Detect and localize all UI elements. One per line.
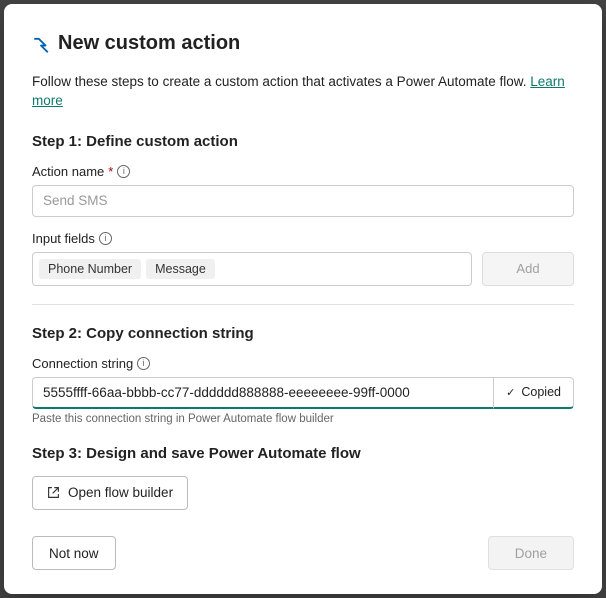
info-icon[interactable]: i (117, 165, 130, 178)
connection-string-input[interactable] (32, 377, 493, 409)
open-flow-builder-label: Open flow builder (68, 485, 173, 500)
divider (32, 304, 574, 305)
info-icon[interactable]: i (137, 357, 150, 370)
connection-string-row: ✓ Copied (32, 377, 574, 409)
info-icon[interactable]: i (99, 232, 112, 245)
action-name-label-text: Action name (32, 164, 104, 179)
dialog-header: New custom action (32, 32, 574, 55)
input-fields-row: Phone Number Message Add (32, 252, 574, 286)
open-flow-builder-button[interactable]: Open flow builder (32, 476, 188, 510)
dialog-title: New custom action (58, 32, 240, 55)
step3-heading: Step 3: Design and save Power Automate f… (32, 445, 574, 462)
connection-helper-text: Paste this connection string in Power Au… (32, 413, 574, 425)
done-button: Done (488, 536, 574, 570)
connection-string-label: Connection string i (32, 356, 574, 371)
intro-body: Follow these steps to create a custom ac… (32, 74, 530, 89)
input-fields-label: Input fields i (32, 231, 574, 246)
action-name-label: Action name * i (32, 164, 574, 179)
new-custom-action-dialog: New custom action Follow these steps to … (4, 4, 602, 594)
not-now-button[interactable]: Not now (32, 536, 116, 570)
connection-string-label-text: Connection string (32, 356, 133, 371)
step2-heading: Step 2: Copy connection string (32, 325, 574, 342)
tag-phone-number[interactable]: Phone Number (39, 259, 141, 279)
input-fields-label-text: Input fields (32, 231, 95, 246)
input-fields-tags[interactable]: Phone Number Message (32, 252, 472, 286)
dialog-footer: Not now Done (32, 516, 574, 570)
tag-message[interactable]: Message (146, 259, 215, 279)
action-name-input[interactable] (32, 185, 574, 217)
copied-label: Copied (521, 385, 561, 399)
check-icon: ✓ (506, 386, 515, 399)
open-external-icon (47, 486, 60, 499)
copy-button[interactable]: ✓ Copied (493, 377, 574, 409)
custom-action-icon (32, 35, 50, 53)
intro-text: Follow these steps to create a custom ac… (32, 73, 574, 111)
required-asterisk: * (108, 164, 113, 179)
add-button: Add (482, 252, 574, 286)
step1-heading: Step 1: Define custom action (32, 133, 574, 150)
